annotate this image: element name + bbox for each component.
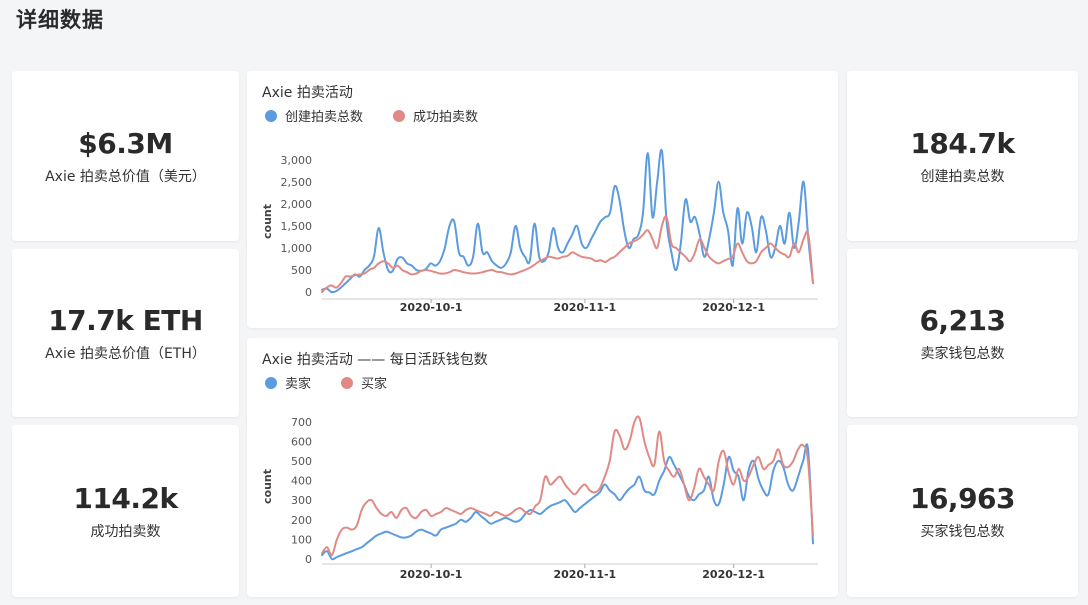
stat-label: 卖家钱包总数 (920, 345, 1005, 362)
chart-plot-active-wallets: count 0 100 200 300 400 500 600 700 2020-10-1 2020… (261, 415, 818, 581)
y-tick-label: 200 (291, 514, 312, 527)
stat-label: 创建拍卖总数 (920, 168, 1005, 185)
y-tick-label: 2,500 (281, 176, 313, 189)
stat-card-successful-auctions: 114.2k 成功拍卖数 (12, 425, 239, 597)
stat-value: $6.3M (78, 126, 173, 160)
y-tick-label: 0 (305, 553, 312, 566)
y-tick-label: 300 (291, 494, 312, 507)
stat-value: 184.7k (910, 126, 1015, 160)
stat-value: 6,213 (919, 303, 1006, 337)
x-tick-label: 2020-11-1 (553, 568, 616, 581)
x-tick-label: 2020-10-1 (400, 301, 463, 314)
y-tick-label: 600 (291, 435, 312, 448)
stat-value: 17.7k ETH (48, 303, 203, 337)
stat-label: 买家钱包总数 (920, 523, 1005, 540)
y-tick-label: 500 (291, 264, 312, 277)
stat-card-total-value-usd: $6.3M Axie 拍卖总价值（美元） (12, 71, 239, 241)
stat-card-buyer-wallets: 16,963 买家钱包总数 (847, 425, 1078, 597)
stat-label: 成功拍卖数 (90, 523, 161, 540)
y-tick-label: 400 (291, 475, 312, 488)
y-tick-label: 1,500 (281, 220, 313, 233)
x-tick-label: 2020-11-1 (553, 301, 616, 314)
stat-card-created-auctions: 184.7k 创建拍卖总数 (847, 71, 1078, 241)
y-tick-label: 2,000 (281, 198, 313, 211)
stat-card-seller-wallets: 6,213 卖家钱包总数 (847, 249, 1078, 417)
chart-card-auction-activity: Axie 拍卖活动 创建拍卖总数 成功拍卖数 count 0 500 1,000 1,5… (247, 71, 838, 328)
stat-value: 114.2k (73, 481, 178, 515)
page-title: 详细数据 (16, 8, 104, 32)
y-tick-label: 700 (291, 416, 312, 429)
y-axis-label: count (261, 469, 274, 504)
y-tick-label: 3,000 (281, 154, 313, 167)
stat-value: 16,963 (909, 481, 1016, 515)
x-tick-label: 2020-10-1 (400, 568, 463, 581)
x-tick-label: 2020-12-1 (702, 301, 765, 314)
x-tick-label: 2020-12-1 (702, 568, 765, 581)
chart-plot-auction-activity: count 0 500 1,000 1,500 2,000 2,500 3,000 2020-1… (261, 148, 818, 314)
stat-card-total-value-eth: 17.7k ETH Axie 拍卖总价值（ETH） (12, 249, 239, 417)
stat-label: Axie 拍卖总价值（美元） (45, 168, 206, 185)
series-line-0 (321, 443, 814, 561)
stat-label: Axie 拍卖总价值（ETH） (45, 345, 206, 362)
series-line-0 (321, 148, 814, 294)
y-tick-label: 1,000 (281, 242, 313, 255)
y-tick-label: 500 (291, 455, 312, 468)
y-tick-label: 100 (291, 533, 312, 546)
chart-card-active-wallets: Axie 拍卖活动 —— 每日活跃钱包数 卖家 买家 count 0 100 200 3… (247, 338, 838, 597)
y-tick-label: 0 (305, 286, 312, 299)
y-axis-label: count (261, 204, 274, 239)
